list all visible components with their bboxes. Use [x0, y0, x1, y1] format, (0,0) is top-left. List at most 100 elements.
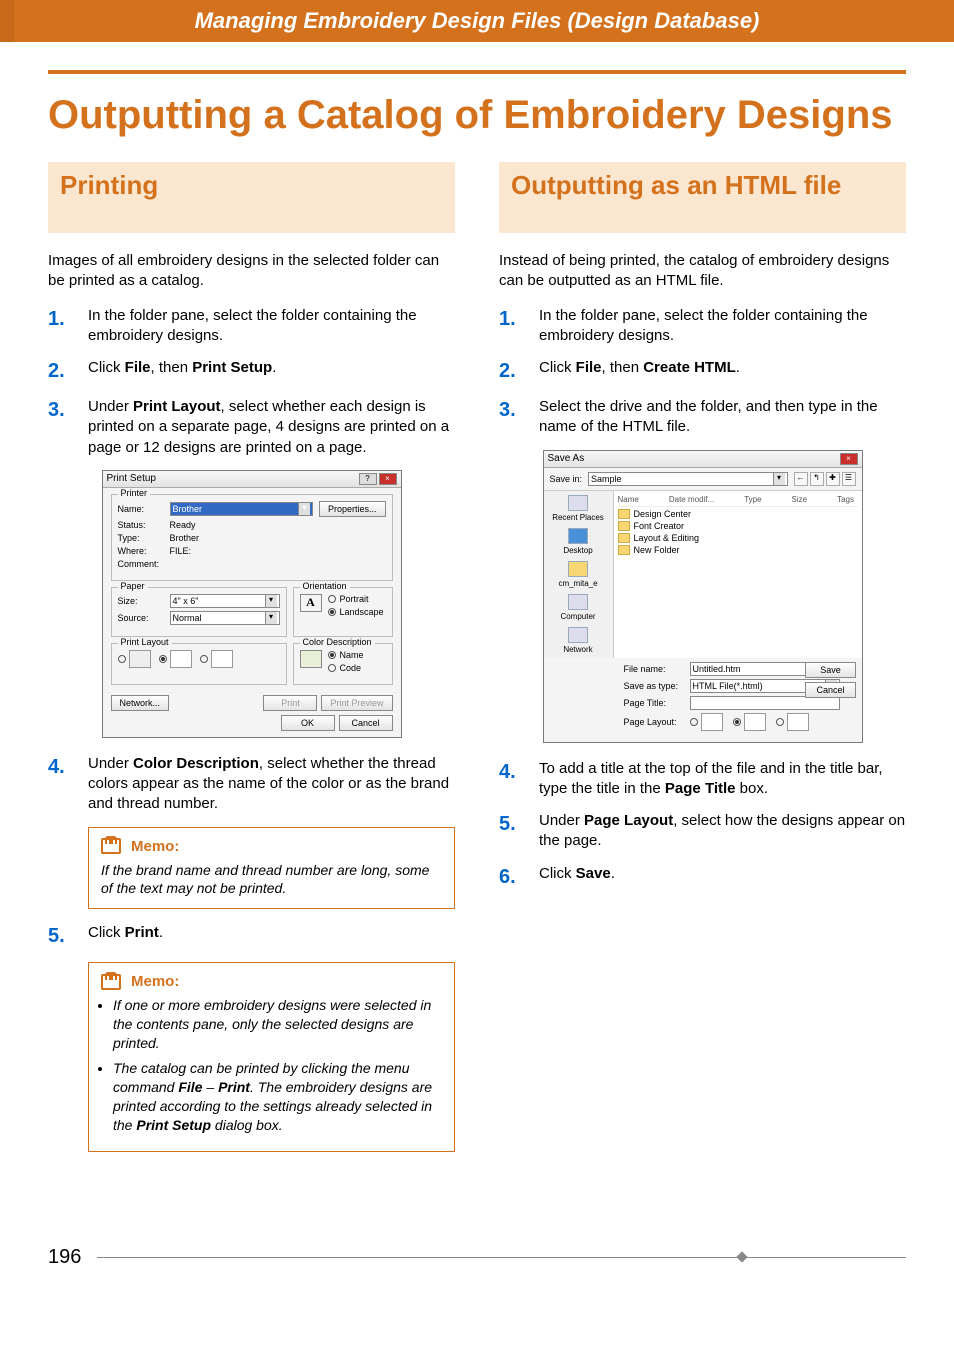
name-label: Name:: [118, 504, 164, 514]
save-button[interactable]: Save: [805, 662, 855, 678]
status-label: Status:: [118, 520, 164, 530]
cancel-button[interactable]: Cancel: [339, 715, 393, 731]
layout-12-icon: [211, 650, 233, 668]
col-name[interactable]: Name: [618, 495, 639, 504]
intro-text: Images of all embroidery designs in the …: [48, 251, 455, 292]
layout-1-icon: [129, 650, 151, 668]
group-label: Print Layout: [118, 637, 172, 647]
step-number: 2.: [48, 358, 74, 385]
places-sidebar: Recent Places Desktop cm_mita_e Computer…: [544, 491, 614, 658]
user-folder-icon: [568, 561, 588, 577]
step-number: 5.: [499, 811, 525, 838]
col-tags[interactable]: Tags: [837, 495, 854, 504]
main-heading: Outputting a Catalog of Embroidery Desig…: [48, 92, 906, 138]
ok-button[interactable]: OK: [281, 715, 335, 731]
sidebar-desktop[interactable]: Desktop: [563, 528, 592, 555]
color-code-radio[interactable]: [328, 664, 336, 672]
portrait-radio[interactable]: [328, 595, 336, 603]
step-body: Select the drive and the folder, and the…: [539, 397, 906, 438]
page-number: 196: [48, 1246, 81, 1269]
step-number: 3.: [48, 397, 74, 424]
folder-item[interactable]: Layout & Editing: [618, 533, 858, 543]
step-1: 1. In the folder pane, select the folder…: [499, 306, 906, 347]
html-layout-12-radio[interactable]: [776, 718, 784, 726]
color-name-radio[interactable]: [328, 651, 336, 659]
desktop-icon: [568, 528, 588, 544]
printer-group: Printer Name: Brother▾ Properties... Sta…: [111, 494, 393, 581]
folder-icon: [618, 533, 630, 543]
memo-box-2: Memo: If one or more embroidery designs …: [88, 962, 455, 1151]
col-size[interactable]: Size: [792, 495, 808, 504]
paper-group: Paper Size: 4" x 6"▾ Source: Normal▾: [111, 587, 287, 637]
folder-item[interactable]: Design Center: [618, 509, 858, 519]
layout-4-icon: [170, 650, 192, 668]
help-icon[interactable]: ?: [359, 473, 377, 485]
landscape-radio[interactable]: [328, 608, 336, 616]
paper-size-select[interactable]: 4" x 6"▾: [170, 594, 280, 608]
type-label: Type:: [118, 533, 164, 543]
html-layout-4-radio[interactable]: [733, 718, 741, 726]
group-label: Orientation: [300, 581, 350, 591]
layout-12-radio[interactable]: [200, 655, 208, 663]
filename-label: File name:: [624, 664, 684, 674]
step-number: 4.: [499, 759, 525, 786]
layout-4-radio[interactable]: [159, 655, 167, 663]
col-date[interactable]: Date modif...: [669, 495, 714, 504]
layout-1-radio[interactable]: [118, 655, 126, 663]
memo-text: If the brand name and thread number are …: [101, 861, 442, 899]
close-icon[interactable]: ×: [379, 473, 397, 485]
section-heading-html: Outputting as an HTML file: [499, 162, 906, 233]
step-2: 2. Click File, then Create HTML.: [499, 358, 906, 385]
step-3: 3. Under Print Layout, select whether ea…: [48, 397, 455, 458]
memo-text: If one or more embroidery designs were s…: [101, 996, 442, 1134]
sidebar-network[interactable]: Network: [563, 627, 592, 654]
step-5: 5. Click Print.: [48, 923, 455, 950]
layout-1-icon: [701, 713, 723, 731]
dialog-titlebar: Print Setup ? ×: [103, 471, 401, 488]
chevron-down-icon[interactable]: ▾: [265, 595, 277, 607]
folder-icon: [618, 545, 630, 555]
chevron-down-icon[interactable]: ▾: [298, 503, 310, 515]
view-menu-icon[interactable]: ☰: [842, 472, 856, 486]
step-body: Click Print.: [88, 923, 455, 943]
memo-title: Memo:: [131, 838, 179, 855]
folder-item[interactable]: New Folder: [618, 545, 858, 555]
savein-select[interactable]: Sample▾: [588, 472, 787, 486]
dialog-title: Save As: [548, 453, 585, 464]
cancel-button[interactable]: Cancel: [805, 682, 855, 698]
sidebar-computer[interactable]: Computer: [560, 594, 595, 621]
file-list[interactable]: Name Date modif... Type Size Tags Design…: [614, 491, 862, 658]
heading-text: Outputting as an HTML file: [511, 170, 894, 201]
pagetitle-input[interactable]: [690, 696, 840, 710]
chevron-down-icon[interactable]: ▾: [265, 612, 277, 624]
folder-item[interactable]: Font Creator: [618, 521, 858, 531]
new-folder-icon[interactable]: ✚: [826, 472, 840, 486]
up-icon[interactable]: ↰: [810, 472, 824, 486]
network-icon: [568, 627, 588, 643]
sidebar-recent[interactable]: Recent Places: [552, 495, 604, 522]
back-icon[interactable]: ←: [794, 472, 808, 486]
layout-4-icon: [744, 713, 766, 731]
paper-source-select[interactable]: Normal▾: [170, 611, 280, 625]
print-setup-dialog: Print Setup ? × Printer Name: Brother▾: [102, 470, 402, 738]
step-number: 6.: [499, 864, 525, 891]
step-2: 2. Click File, then Print Setup.: [48, 358, 455, 385]
color-description-group: Color Description Name Code: [293, 643, 393, 685]
print-button[interactable]: Print: [263, 695, 317, 711]
print-preview-button[interactable]: Print Preview: [321, 695, 392, 711]
sidebar-user[interactable]: cm_mita_e: [558, 561, 597, 588]
col-type[interactable]: Type: [744, 495, 761, 504]
memo-icon: [101, 838, 121, 854]
print-layout-group: Print Layout: [111, 643, 287, 685]
html-layout-1-radio[interactable]: [690, 718, 698, 726]
step-number: 2.: [499, 358, 525, 385]
comment-label: Comment:: [118, 559, 164, 569]
properties-button[interactable]: Properties...: [319, 501, 386, 517]
chapter-banner: Managing Embroidery Design Files (Design…: [0, 0, 954, 42]
chevron-down-icon[interactable]: ▾: [773, 473, 785, 485]
step-body: Under Color Description, select whether …: [88, 754, 455, 815]
close-icon[interactable]: ×: [840, 453, 858, 465]
network-button[interactable]: Network...: [111, 695, 170, 711]
printer-name-select[interactable]: Brother▾: [170, 502, 313, 516]
color-name-label: Name: [340, 650, 364, 660]
